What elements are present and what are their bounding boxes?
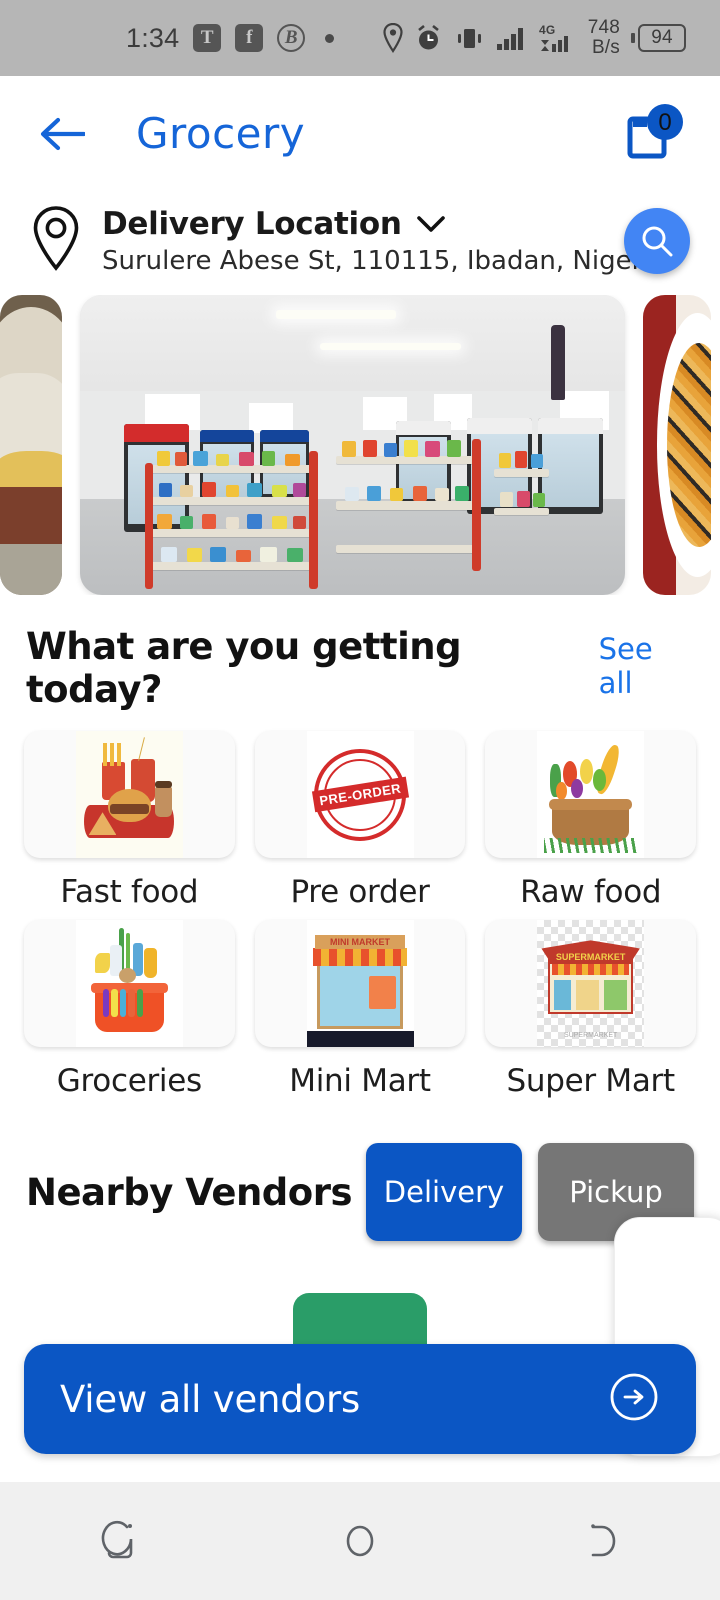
mini-mart-sign-text: MINI MARKET [315,935,405,950]
alarm-icon [417,24,439,50]
network-speed: 748 B/s [588,18,620,58]
carousel-slide-grain-sacks[interactable] [0,295,62,595]
battery-nub [631,33,635,43]
category-super-mart[interactable]: SUPERMARKET SUPERMARKET Super Mart [485,920,697,1099]
delivery-location-texts: Delivery Location Surulere Abese St, 110… [102,206,666,276]
back-button[interactable] [34,106,90,162]
category-label: Mini Mart [289,1063,431,1099]
groceries-icon [75,920,183,1047]
carousel-slide-grocery-store[interactable] [80,295,625,595]
category-card[interactable] [24,920,235,1047]
category-pre-order[interactable]: PRE-ORDER Pre order [254,731,466,910]
raw-food-icon [537,731,645,858]
category-fast-food[interactable]: Fast food [24,731,235,910]
map-pin-icon [30,205,82,277]
back-button-nav[interactable] [545,1506,655,1576]
arrow-left-icon [40,117,85,150]
categories-title: What are you getting today? [26,625,462,711]
view-all-vendors-button[interactable]: View all vendors [24,1344,696,1454]
telegram-notification-icon: T [193,24,222,52]
carousel-slide-cooked-food[interactable] [643,295,711,595]
page-title: Grocery [136,109,306,158]
status-bar-right: 4G 748 B/s 94 [382,18,698,58]
status-bar-clock: 1:34 [126,22,180,53]
recents-button[interactable] [65,1506,175,1576]
search-icon [642,226,673,257]
category-card[interactable]: MINI MARKET [254,920,466,1047]
category-card[interactable] [485,731,697,858]
app-bar: Grocery 0 [0,76,720,191]
fast-food-icon [75,731,183,858]
category-mini-mart[interactable]: MINI MARKET Mini Mart [254,920,466,1099]
nearby-vendors-title: Nearby Vendors [26,1170,352,1214]
super-mart-sign-text: SUPERMARKET [547,950,634,965]
category-label: Raw food [520,874,662,910]
pre-order-icon: PRE-ORDER [306,731,414,858]
delivery-location-label: Delivery Location [102,206,402,242]
delivery-location-row[interactable]: Delivery Location Surulere Abese St, 110… [0,191,720,295]
facebook-notification-icon: f [235,24,264,52]
category-card[interactable]: PRE-ORDER [254,731,466,858]
location-icon [383,23,403,53]
see-all-link[interactable]: See all [599,632,694,700]
category-label: Fast food [60,874,199,910]
nearby-vendors-section: Nearby Vendors Delivery Pickup [0,1109,720,1457]
category-grid: Fast food PRE-ORDER Pre order Raw food G… [0,719,720,1099]
cooked-food-image [643,295,711,595]
category-row: Fast food PRE-ORDER Pre order Raw food [24,731,697,910]
mobile-data-4g-icon: 4G [539,23,568,52]
cart-badge-count: 0 [658,109,671,136]
system-nav-bar [0,1482,720,1600]
home-circle-icon [346,1525,374,1557]
grain-sacks-image [0,295,62,595]
battery-level: 94 [638,24,686,52]
battery-icon: 94 [631,24,686,52]
category-label: Super Mart [506,1063,676,1099]
cart-button[interactable]: 0 [620,101,686,167]
status-bar: 1:34 T f B 4G 748 B/s 94 [0,0,720,76]
view-all-vendors-label: View all vendors [60,1377,361,1421]
bitcoin-notification-icon: B [277,24,306,52]
delivery-toggle-button[interactable]: Delivery [366,1143,522,1241]
delivery-location-title-line[interactable]: Delivery Location [102,206,604,242]
arrow-right-circle-icon [608,1371,660,1427]
delivery-address: Surulere Abese St, 110115, Ibadan, Niger… [102,246,666,276]
categories-section-header: What are you getting today? See all [0,595,720,719]
promo-carousel[interactable] [0,295,720,595]
more-notifications-dot-icon [325,33,335,43]
search-button[interactable] [624,208,690,274]
chevron-down-icon[interactable] [416,214,446,234]
signal-icon [496,28,523,50]
svg-text:4G: 4G [539,23,555,37]
category-label: Groceries [56,1063,202,1099]
mini-mart-icon: MINI MARKET [306,920,414,1047]
app-screen: 1:34 T f B 4G 748 B/s 94 Grocery 0 Deliv… [0,0,720,1600]
home-button[interactable] [305,1506,415,1576]
category-row: Groceries MINI MARKET Mini Mart SUPERMAR… [24,920,697,1099]
category-label: Pre order [290,874,430,910]
super-mart-icon: SUPERMARKET SUPERMARKET [537,920,645,1047]
network-speed-unit: B/s [591,37,620,58]
network-speed-value: 748 [587,17,620,38]
category-raw-food[interactable]: Raw food [485,731,697,910]
status-bar-left: 1:34 T f B [22,22,335,54]
back-gesture-icon [591,1524,616,1557]
pre-order-stamp-text: PRE-ORDER [311,776,409,813]
category-card[interactable]: SUPERMARKET SUPERMARKET [485,920,697,1047]
category-card[interactable] [24,731,235,858]
vibrate-icon [457,29,481,48]
grocery-store-image [80,295,625,595]
recents-icon [101,1520,133,1559]
category-groceries[interactable]: Groceries [24,920,235,1099]
shopping-bag-icon: 0 [627,103,683,158]
